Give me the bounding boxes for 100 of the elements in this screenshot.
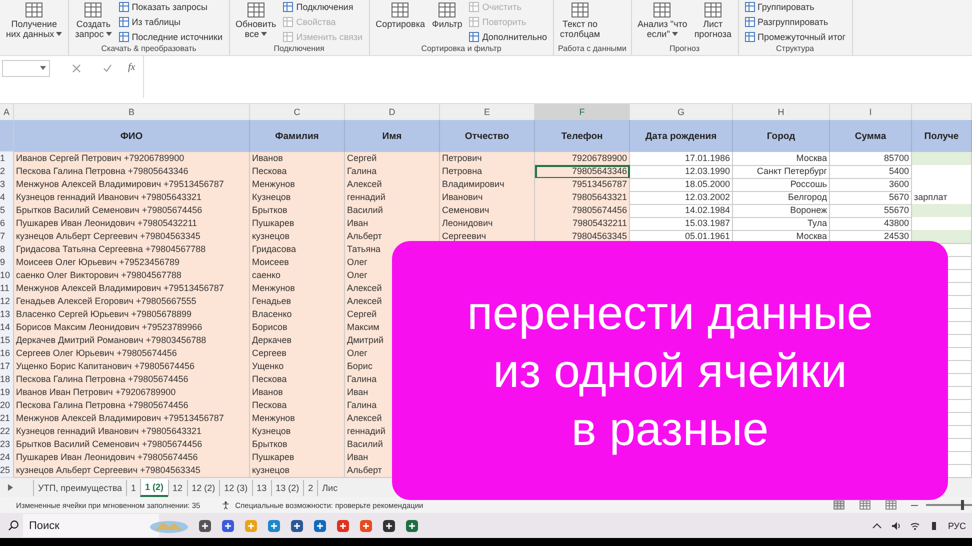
speaker-icon[interactable]	[890, 520, 901, 530]
table-cell: Деркачев	[250, 334, 345, 348]
ribbon-button[interactable]: Разгруппировать	[742, 16, 848, 27]
row-number[interactable]: 6	[0, 217, 14, 231]
table-cell: Гридасова	[250, 243, 345, 257]
row-number[interactable]: 9	[0, 256, 14, 270]
accessibility-icon[interactable]	[222, 500, 232, 510]
sheet-tab[interactable]: Лис	[317, 480, 342, 496]
sheet-tab[interactable]: УТП, преимущества	[33, 480, 126, 496]
header-cell: Фамилия	[250, 120, 345, 152]
ribbon-button[interactable]: Последние источники	[116, 32, 224, 42]
language-indicator[interactable]: РУС	[948, 520, 966, 530]
table-cell: Пушкарев	[250, 217, 345, 231]
table-cell: Иванов	[250, 152, 345, 166]
table-icon	[469, 32, 480, 42]
sheet-tab[interactable]: 12	[168, 480, 187, 496]
row-number[interactable]: 8	[0, 243, 14, 257]
row-number[interactable]: 25	[0, 464, 14, 478]
sheet-tab[interactable]: 13	[252, 480, 271, 496]
row-number[interactable]: 22	[0, 425, 14, 439]
cross-icon[interactable]	[72, 64, 81, 73]
table-cell: Пескова Галина Петровна +79805643346	[14, 165, 250, 179]
ribbon-button[interactable]: Дополнительно	[467, 32, 549, 42]
ribbon-button[interactable]: Сортировка	[374, 0, 427, 44]
header-cell: Имя	[345, 120, 440, 152]
sheet-tab[interactable]: 12 (2)	[186, 480, 220, 496]
scroll-right-icon[interactable]	[8, 484, 13, 491]
ribbon-button[interactable]: Лист прогноза	[692, 0, 734, 44]
sheet-tab[interactable]: 2	[303, 480, 318, 496]
row-number[interactable]: 16	[0, 347, 14, 361]
table-cell: Генадьев Алексей Егорович +79805667555	[14, 295, 250, 309]
table-cell: Белгород	[733, 191, 830, 205]
row-number[interactable]: 15	[0, 334, 14, 348]
table-cell: Пескова	[250, 165, 345, 179]
table-cell: Воронеж	[733, 204, 830, 218]
table-cell: кузнецов Альберт Сергеевич +79804563345	[14, 230, 250, 244]
caret-icon	[672, 32, 678, 36]
sheet-tab[interactable]: 13 (2)	[270, 480, 304, 496]
table-cell: 18.05.2000	[630, 178, 733, 192]
table-cell: зарплат	[912, 191, 972, 205]
header-cell: Телефон	[535, 120, 630, 152]
caret-icon	[40, 66, 46, 70]
table-cell: Брытков Василий Семенович +79805674456	[14, 438, 250, 452]
row-number[interactable]: 17	[0, 360, 14, 374]
table-cell: саенко	[250, 269, 345, 283]
row-number[interactable]: 4	[0, 191, 14, 205]
ribbon-button[interactable]: Промежуточный итог	[742, 32, 848, 42]
group-label: Сортировка и фильтр	[420, 44, 502, 55]
row-number[interactable]: 1	[0, 152, 14, 166]
chevron-up-icon[interactable]	[872, 520, 882, 530]
header-cell: Город	[733, 120, 830, 152]
corner-cell	[0, 120, 14, 152]
row-number[interactable]: 23	[0, 438, 14, 452]
table-cell: Кузнецов	[250, 191, 345, 205]
view-icon[interactable]	[885, 500, 897, 510]
ribbon-button[interactable]: Анализ "что если"	[636, 0, 690, 44]
table-cell: Деркачев Дмитрий Романович +79803456788	[14, 334, 250, 348]
row-number[interactable]: 21	[0, 412, 14, 426]
wifi-icon[interactable]	[910, 520, 920, 530]
check-icon[interactable]	[103, 64, 112, 73]
ribbon-button[interactable]: Из таблицы	[116, 16, 224, 27]
table-icon	[283, 16, 294, 27]
view-icon[interactable]	[859, 500, 871, 510]
table-cell: Менжунов Алексей Владимирович +79513456787	[14, 178, 250, 192]
ribbon-button[interactable]: Получение них данных	[4, 0, 64, 55]
table-cell: Моисеев	[250, 256, 345, 270]
row-number[interactable]: 7	[0, 230, 14, 244]
ribbon-button[interactable]: Подключения	[281, 2, 365, 12]
row-number[interactable]: 2	[0, 165, 14, 179]
table-cell: Леонидович	[440, 217, 535, 231]
ribbon-button[interactable]: Текст по столбцам	[558, 0, 602, 44]
table-cell: Москва	[733, 152, 830, 166]
table-cell: кузнецов	[250, 464, 345, 478]
row-number[interactable]: 19	[0, 386, 14, 400]
row-number[interactable]: 5	[0, 204, 14, 218]
row-number[interactable]: 10	[0, 269, 14, 283]
row-number[interactable]: 24	[0, 451, 14, 465]
table-cell: 79805674456	[535, 204, 630, 218]
ribbon-button[interactable]: Группировать	[742, 2, 848, 12]
row-number[interactable]: 13	[0, 308, 14, 322]
row-number[interactable]: 14	[0, 321, 14, 335]
row-number[interactable]: 11	[0, 282, 14, 296]
table-cell: Власенко	[250, 308, 345, 322]
table-cell: Сергеев	[250, 347, 345, 361]
row-number[interactable]: 12	[0, 295, 14, 309]
header-cell: Получе	[912, 120, 972, 152]
search-field[interactable]: Поиск	[23, 514, 159, 537]
function-button[interactable]: fx	[128, 62, 136, 73]
sheet-tab[interactable]: 12 (3)	[219, 480, 252, 496]
row-number[interactable]: 3	[0, 178, 14, 192]
row-number[interactable]: 20	[0, 399, 14, 413]
ribbon-button[interactable]: Фильтр	[430, 0, 464, 44]
row-number[interactable]: 18	[0, 373, 14, 387]
sheet-tab[interactable]: 1 (2)	[140, 478, 168, 496]
table-icon	[744, 16, 754, 27]
view-icon[interactable]	[833, 500, 845, 510]
ribbon-button[interactable]: Обновить все	[234, 0, 278, 44]
table-cell: 15.03.1987	[630, 217, 733, 231]
ribbon-button[interactable]: Создать запрос	[73, 0, 114, 44]
ribbon-button[interactable]: Показать запросы	[116, 2, 224, 12]
